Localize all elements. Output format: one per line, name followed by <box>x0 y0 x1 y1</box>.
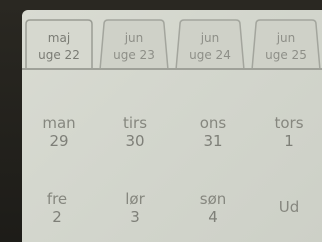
day-button-wednesday[interactable]: ons 31 <box>178 114 248 150</box>
day-name: tirs <box>122 114 148 132</box>
tab-week-label: uge 22 <box>38 48 80 62</box>
day-date: 4 <box>208 208 218 226</box>
day-button-thursday[interactable]: tors 1 <box>254 114 322 150</box>
day-name: lør <box>125 190 145 208</box>
tab-month-label: jun <box>276 31 296 45</box>
day-button-friday[interactable]: fre 2 <box>22 190 92 226</box>
tab-week-25[interactable]: jun uge 25 <box>250 18 322 70</box>
tab-week-23[interactable]: jun uge 23 <box>98 18 170 70</box>
day-button-sunday[interactable]: søn 4 <box>178 190 248 226</box>
exit-label: Ud <box>278 198 300 216</box>
device-bezel: maj uge 22 jun uge 23 jun uge 24 jun uge… <box>0 0 322 242</box>
day-name: fre <box>46 190 68 208</box>
day-date: 29 <box>49 132 69 150</box>
day-name: man <box>42 114 76 132</box>
day-date: 1 <box>284 132 294 150</box>
day-date: 31 <box>203 132 223 150</box>
day-button-monday[interactable]: man 29 <box>24 114 94 150</box>
day-date: 3 <box>130 208 140 226</box>
tab-week-22[interactable]: maj uge 22 <box>24 18 94 70</box>
day-date: 30 <box>125 132 145 150</box>
day-name: ons <box>199 114 227 132</box>
day-button-tuesday[interactable]: tirs 30 <box>100 114 170 150</box>
tab-month-label: maj <box>47 31 71 45</box>
day-name: søn <box>199 190 227 208</box>
week-tab-bar: maj uge 22 jun uge 23 jun uge 24 jun uge… <box>22 10 322 72</box>
day-name: tors <box>274 114 304 132</box>
tab-week-label: uge 24 <box>189 48 231 62</box>
tab-week-label: uge 23 <box>113 48 155 62</box>
day-button-saturday[interactable]: lør 3 <box>100 190 170 226</box>
tab-week-label: uge 25 <box>265 48 307 62</box>
day-date: 2 <box>52 208 62 226</box>
day-grid: man 29 tirs 30 ons 31 tors 1 fre 2 lør 3 <box>22 70 322 242</box>
exit-button[interactable]: Ud <box>254 198 322 216</box>
tab-month-label: jun <box>200 31 220 45</box>
tab-week-24[interactable]: jun uge 24 <box>174 18 246 70</box>
tab-month-label: jun <box>124 31 144 45</box>
lcd-screen: maj uge 22 jun uge 23 jun uge 24 jun uge… <box>22 10 322 242</box>
